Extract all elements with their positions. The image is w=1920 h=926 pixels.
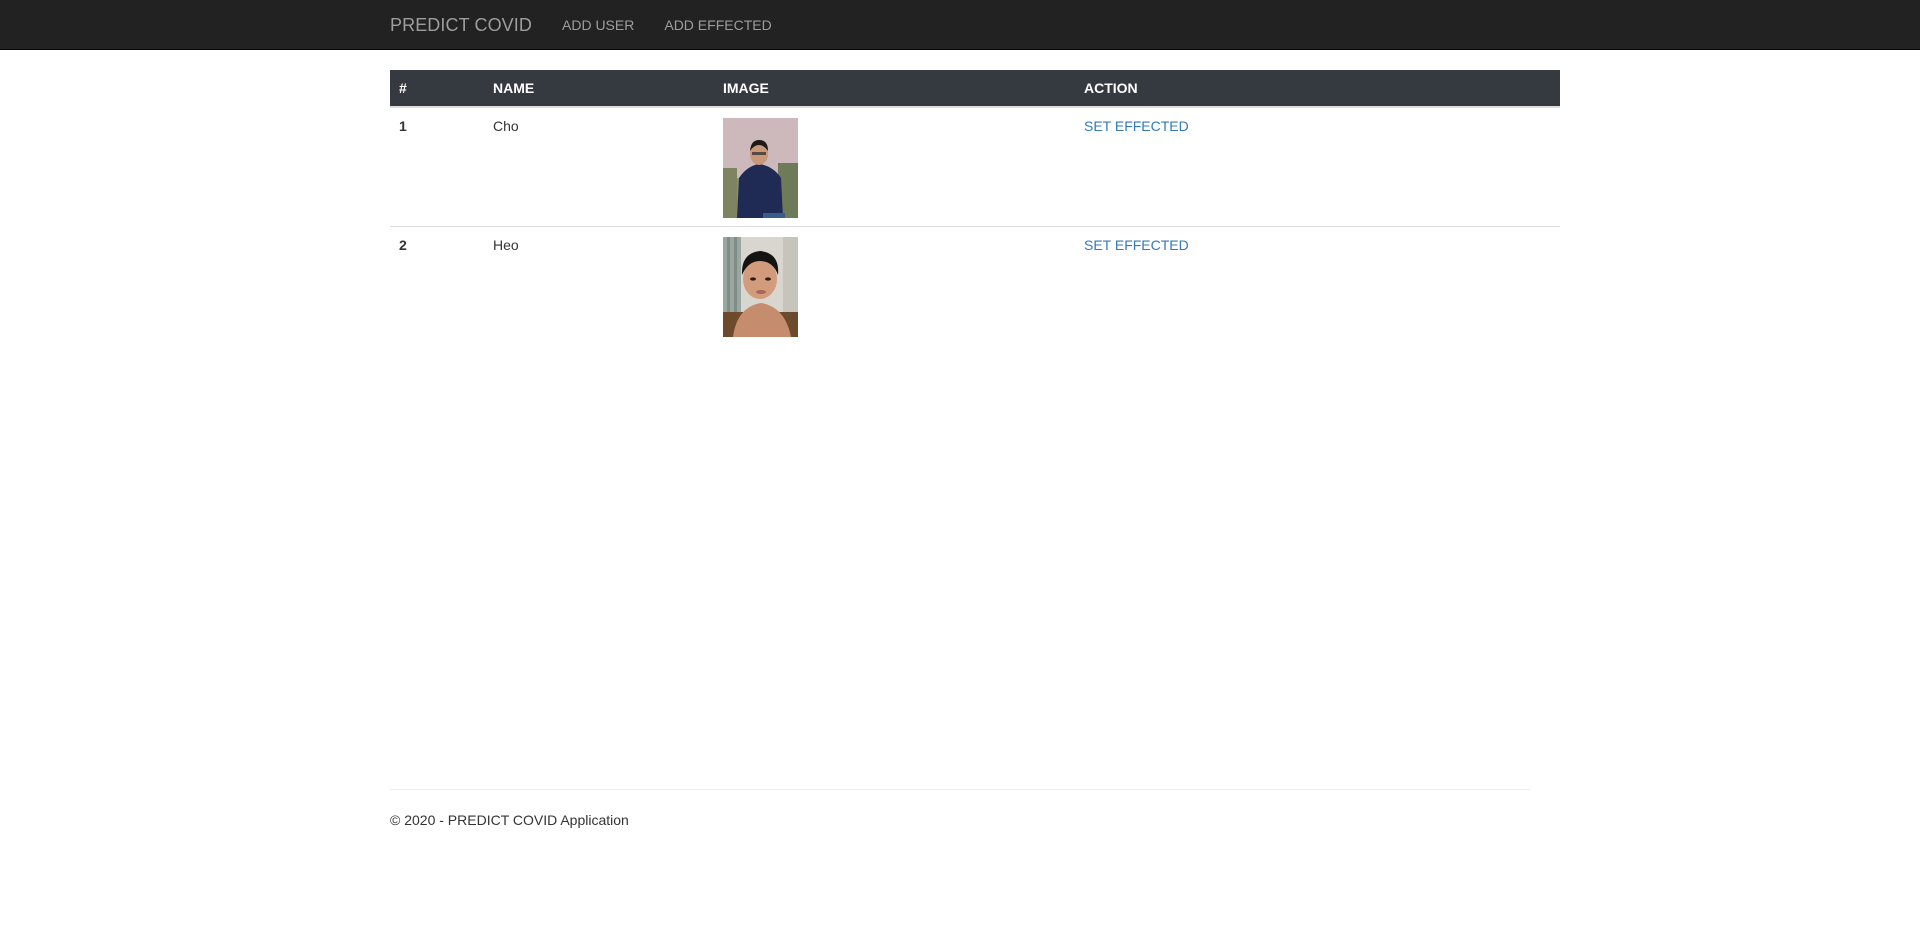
users-table: # NAME IMAGE ACTION 1 Cho SET EFFECTED 2… bbox=[390, 70, 1560, 345]
row-number: 2 bbox=[390, 226, 484, 345]
top-navbar: PREDICT COVID ADD USER ADD EFFECTED bbox=[0, 0, 1920, 50]
user-photo bbox=[723, 118, 798, 218]
footer-text: © 2020 - PREDICT COVID Application bbox=[390, 812, 629, 828]
navbar-container: PREDICT COVID ADD USER ADD EFFECTED bbox=[390, 0, 802, 50]
row-action-cell: SET EFFECTED bbox=[1075, 226, 1560, 345]
table-row: 2 Heo SET EFFECTED bbox=[390, 226, 1560, 345]
table-header: # NAME IMAGE ACTION bbox=[390, 70, 1560, 108]
column-header-image: IMAGE bbox=[714, 70, 1075, 108]
column-header-number: # bbox=[390, 70, 484, 108]
table-row: 1 Cho SET EFFECTED bbox=[390, 107, 1560, 227]
row-action-cell: SET EFFECTED bbox=[1075, 107, 1560, 227]
set-effected-link[interactable]: SET EFFECTED bbox=[1084, 237, 1189, 253]
row-name: Heo bbox=[484, 226, 714, 345]
nav-add-user[interactable]: ADD USER bbox=[562, 17, 634, 33]
nav-add-effected[interactable]: ADD EFFECTED bbox=[664, 17, 771, 33]
column-header-action: ACTION bbox=[1075, 70, 1560, 108]
user-photo bbox=[723, 237, 798, 337]
row-image-cell bbox=[714, 226, 1075, 345]
brand-link[interactable]: PREDICT COVID bbox=[390, 15, 532, 36]
row-name: Cho bbox=[493, 118, 519, 134]
set-effected-link[interactable]: SET EFFECTED bbox=[1084, 118, 1189, 134]
row-image-cell bbox=[714, 107, 1075, 227]
footer-divider bbox=[390, 789, 1530, 790]
row-number: 1 bbox=[399, 118, 407, 134]
main-content: # NAME IMAGE ACTION 1 Cho SET EFFECTED 2… bbox=[390, 70, 1560, 345]
column-header-name: NAME bbox=[484, 70, 714, 108]
